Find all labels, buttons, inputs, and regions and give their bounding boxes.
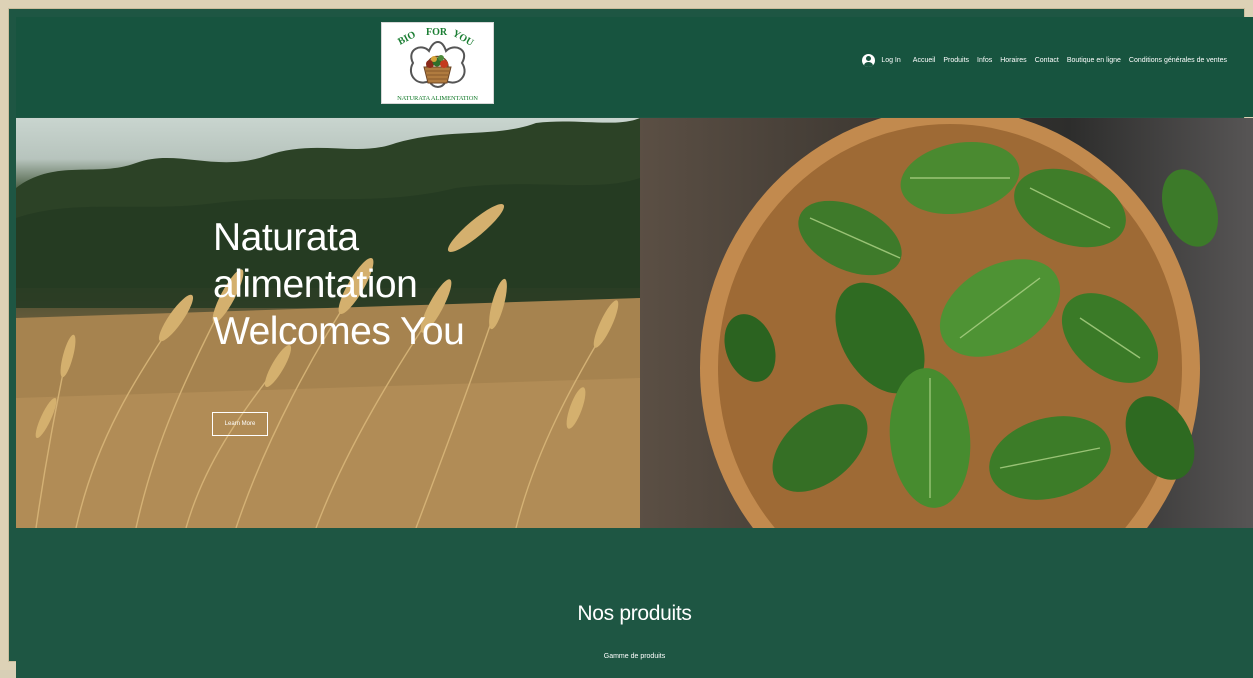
login-label: Log In	[881, 56, 901, 64]
hero-title: Naturata alimentation Welcomes You	[213, 214, 465, 355]
nav-item-conditions[interactable]: Conditions générales de ventes	[1129, 57, 1227, 64]
page-frame: BIO FOR YOU NATURATA ALIMENTATION Log In…	[0, 0, 1253, 678]
products-section: Nos produits Gamme de produits	[16, 528, 1253, 678]
nav-item-horaires[interactable]: Horaires	[1000, 57, 1026, 64]
learn-more-button[interactable]: Learn More	[212, 412, 268, 436]
main-nav: Log In Accueil Produits Infos Horaires C…	[862, 52, 1227, 68]
user-icon	[862, 53, 876, 67]
hero-wheat-image: Naturata alimentation Welcomes You Learn…	[16, 118, 640, 528]
login-link[interactable]: Log In	[862, 53, 901, 67]
svg-text:YOU: YOU	[451, 28, 476, 49]
section-title: Nos produits	[577, 602, 692, 625]
hero-title-line-2: alimentation	[213, 263, 418, 306]
hero-spinach-image	[640, 118, 1253, 528]
site-logo[interactable]: BIO FOR YOU NATURATA ALIMENTATION	[381, 22, 494, 104]
hero-title-line-1: Naturata	[213, 216, 359, 259]
nav-item-infos[interactable]: Infos	[977, 57, 992, 64]
spinach-bowl-illustration	[700, 118, 1219, 528]
svg-text:FOR: FOR	[426, 27, 448, 38]
nav-item-accueil[interactable]: Accueil	[913, 57, 936, 64]
nav-item-contact[interactable]: Contact	[1035, 57, 1059, 64]
nav-item-produits[interactable]: Produits	[943, 57, 969, 64]
logo-emblem: BIO FOR YOU	[396, 27, 476, 88]
section-subtitle: Gamme de produits	[603, 653, 666, 660]
site-header: BIO FOR YOU NATURATA ALIMENTATION Log In…	[16, 17, 1253, 117]
svg-text:BIO: BIO	[396, 29, 418, 47]
hero-title-line-3: Welcomes You	[213, 310, 465, 353]
logo-caption: NATURATA ALIMENTATION	[397, 95, 478, 102]
nav-item-boutique[interactable]: Boutique en ligne	[1067, 57, 1121, 64]
